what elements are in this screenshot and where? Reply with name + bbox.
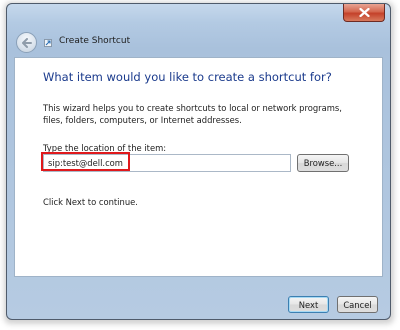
back-button[interactable]: [16, 32, 37, 53]
window-title: Create Shortcut: [59, 36, 131, 46]
back-arrow-icon: [22, 37, 32, 48]
location-label: Type the location of the item:: [43, 143, 167, 153]
wizard-header: Create Shortcut: [7, 26, 390, 58]
close-button[interactable]: [343, 4, 385, 22]
browse-button[interactable]: Browse...: [297, 154, 349, 172]
wizard-footer: Next Cancel: [7, 289, 390, 319]
wizard-content: What item would you like to create a sho…: [14, 57, 383, 277]
next-button[interactable]: Next: [288, 296, 329, 313]
location-input[interactable]: [43, 154, 291, 172]
wizard-description: This wizard helps you to create shortcut…: [43, 103, 342, 125]
shortcut-wizard-icon: [44, 39, 52, 47]
close-icon: [358, 8, 370, 17]
continue-instruction: Click Next to continue.: [43, 197, 138, 207]
create-shortcut-dialog: Create Shortcut What item would you like…: [6, 3, 391, 320]
page-heading: What item would you like to create a sho…: [43, 70, 332, 84]
cancel-button[interactable]: Cancel: [337, 296, 378, 313]
